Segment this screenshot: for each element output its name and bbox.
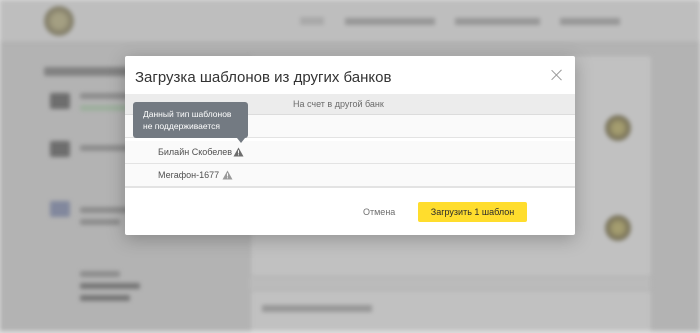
template-group-label: На счет в другой банк [293,99,384,109]
template-row[interactable]: Билайн Скобелев [125,141,575,164]
import-templates-dialog: Загрузка шаблонов из других банков На сч… [125,56,575,235]
dialog-footer: Отмена Загрузить 1 шаблон [125,187,575,236]
tooltip-line-1: Данный тип шаблонов [143,109,232,119]
template-row[interactable]: Мегафон-1677 [125,164,575,187]
load-templates-button[interactable]: Загрузить 1 шаблон [418,202,527,222]
template-name: Мегафон-1677 [158,170,220,180]
cancel-button[interactable]: Отмена [363,207,395,217]
dialog-title: Загрузка шаблонов из других банков [135,69,392,86]
tooltip-line-2: не поддерживается [143,121,220,131]
close-icon[interactable] [550,68,564,82]
warning-icon[interactable] [233,147,244,157]
template-name: Билайн Скобелев [158,147,233,157]
unsupported-tooltip: Данный тип шаблонов не поддерживается [133,102,248,143]
warning-icon[interactable] [222,170,233,180]
